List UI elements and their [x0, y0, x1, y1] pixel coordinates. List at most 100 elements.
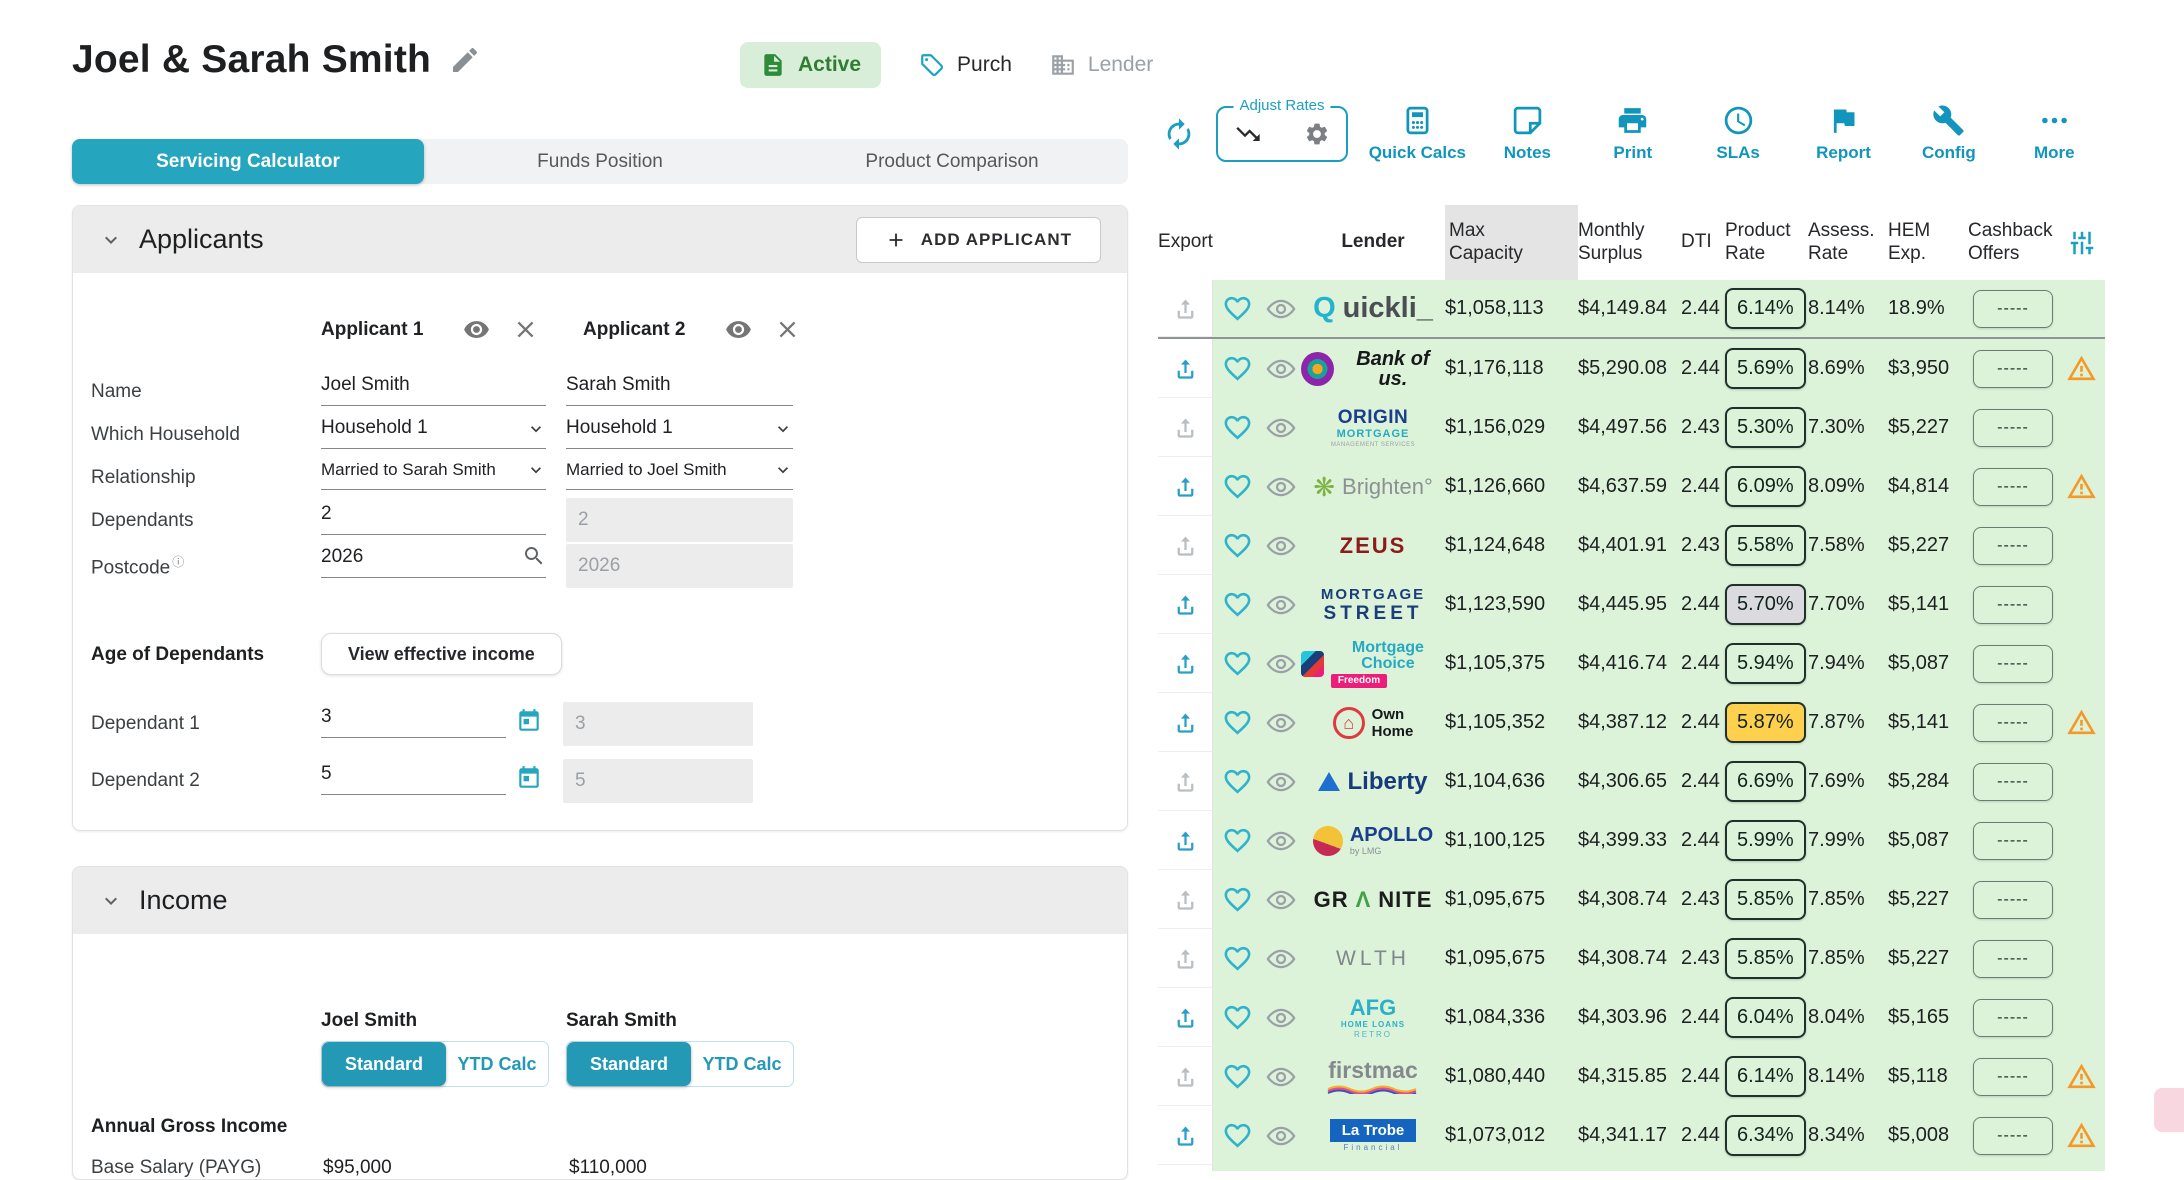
product-rate-value[interactable]: 6.09%	[1725, 466, 1806, 507]
cashback-offers-button[interactable]: -----	[1973, 822, 2053, 860]
lender-logo[interactable]: ORIGINMORTGAGEMANAGEMENT SERVICES	[1301, 408, 1445, 448]
cashback-offers-button[interactable]: -----	[1973, 881, 2053, 919]
trending-down-icon[interactable]	[1234, 120, 1262, 148]
favourite-button[interactable]	[1213, 1120, 1261, 1151]
column-header-assess-rate[interactable]: Assess. Rate	[1808, 220, 1888, 266]
lender-logo[interactable]: ❋Brighten°	[1301, 474, 1445, 500]
export-button[interactable]	[1158, 516, 1213, 575]
product-rate-value[interactable]: 5.85%	[1725, 938, 1806, 979]
column-header-export[interactable]: Export	[1158, 231, 1213, 254]
cashback-offers-button[interactable]: -----	[1973, 645, 2053, 683]
product-rate-cell[interactable]: 6.09%	[1725, 466, 1808, 507]
toggle-standard[interactable]: Standard	[322, 1042, 446, 1086]
view-button[interactable]	[1261, 354, 1301, 384]
product-rate-cell[interactable]: 6.04%	[1725, 997, 1808, 1038]
warning-icon[interactable]	[2066, 1120, 2097, 1151]
favourite-button[interactable]	[1213, 1061, 1261, 1092]
cashback-offers-button[interactable]: -----	[1973, 704, 2053, 742]
lender-logo[interactable]: ⌂OwnHome	[1301, 707, 1445, 739]
adjust-rates-box[interactable]: Adjust Rates	[1216, 106, 1348, 162]
dependants-input-applicant1[interactable]: 2	[321, 503, 546, 535]
dependant-2-age-input[interactable]: 5	[321, 763, 506, 795]
view-button[interactable]	[1261, 708, 1301, 738]
column-settings-icon[interactable]	[2058, 228, 2105, 258]
cashback-offers-button[interactable]: -----	[1973, 999, 2053, 1037]
chevron-down-icon[interactable]	[99, 228, 123, 252]
view-button[interactable]	[1261, 885, 1301, 915]
lender-logo[interactable]: MORTGAGESTREET	[1301, 587, 1445, 623]
toolbar-button-more[interactable]: More	[2010, 104, 2098, 163]
cashback-offers-button[interactable]: -----	[1973, 940, 2053, 978]
favourite-button[interactable]	[1213, 825, 1261, 856]
export-button[interactable]	[1158, 693, 1213, 752]
search-icon[interactable]	[522, 544, 546, 568]
view-button[interactable]	[1261, 590, 1301, 620]
product-rate-value[interactable]: 5.99%	[1725, 820, 1806, 861]
name-input-applicant2[interactable]: Sarah Smith	[566, 374, 793, 406]
export-button[interactable]	[1158, 634, 1213, 693]
lender-logo[interactable]: La TrobeFinancial	[1301, 1119, 1445, 1152]
cashback-offers-button[interactable]: -----	[1973, 409, 2053, 447]
product-rate-cell[interactable]: 6.34%	[1725, 1115, 1808, 1156]
warning-icon[interactable]	[2066, 471, 2097, 502]
warning-icon[interactable]	[2066, 707, 2097, 738]
favourite-button[interactable]	[1213, 471, 1261, 502]
view-button[interactable]	[1261, 531, 1301, 561]
favourite-button[interactable]	[1213, 530, 1261, 561]
column-header-max-capacity[interactable]: Max Capacity	[1445, 205, 1578, 280]
export-button[interactable]	[1158, 1047, 1213, 1106]
product-rate-value[interactable]: 6.14%	[1725, 288, 1806, 329]
lender-logo[interactable]: Liberty	[1301, 770, 1445, 794]
product-rate-cell[interactable]: 6.14%	[1725, 1056, 1808, 1097]
toggle-standard[interactable]: Standard	[567, 1042, 691, 1086]
product-rate-cell[interactable]: 5.70%	[1725, 584, 1808, 625]
close-icon[interactable]	[774, 316, 801, 343]
product-rate-value[interactable]: 5.30%	[1725, 407, 1806, 448]
favourite-button[interactable]	[1213, 707, 1261, 738]
product-rate-cell[interactable]: 5.69%	[1725, 348, 1808, 389]
household-select-applicant2[interactable]: Household 1	[566, 417, 793, 449]
lender-logo[interactable]: WLTH	[1301, 948, 1445, 969]
view-button[interactable]	[1261, 767, 1301, 797]
export-button[interactable]	[1158, 811, 1213, 870]
cashback-offers-button[interactable]: -----	[1973, 350, 2053, 388]
column-header-lender[interactable]: Lender	[1301, 231, 1445, 254]
warning-icon[interactable]	[2066, 1061, 2097, 1092]
product-rate-value[interactable]: 6.69%	[1725, 761, 1806, 802]
view-button[interactable]	[1261, 1121, 1301, 1151]
cashback-offers-button[interactable]: -----	[1973, 1117, 2053, 1155]
column-header-product-rate[interactable]: Product Rate	[1725, 220, 1808, 266]
eye-icon[interactable]	[725, 316, 752, 343]
view-button[interactable]	[1261, 944, 1301, 974]
product-rate-cell[interactable]: 6.69%	[1725, 761, 1808, 802]
export-button[interactable]	[1158, 870, 1213, 929]
export-button[interactable]	[1158, 752, 1213, 811]
favourite-button[interactable]	[1213, 884, 1261, 915]
cashback-offers-button[interactable]: -----	[1973, 527, 2053, 565]
product-rate-cell[interactable]: 5.30%	[1725, 407, 1808, 448]
view-button[interactable]	[1261, 649, 1301, 679]
column-header-cashback-offers[interactable]: Cashback Offers	[1968, 220, 2058, 266]
relationship-select-applicant2[interactable]: Married to Joel Smith	[566, 460, 793, 490]
cashback-offers-button[interactable]: -----	[1973, 290, 2053, 328]
household-select-applicant1[interactable]: Household 1	[321, 417, 546, 449]
cashback-offers-button[interactable]: -----	[1973, 1058, 2053, 1096]
toolbar-button-notes[interactable]: Notes	[1483, 104, 1571, 163]
favourite-button[interactable]	[1213, 648, 1261, 679]
lender-logo[interactable]: GRΛNITE	[1301, 889, 1445, 911]
export-button[interactable]	[1158, 575, 1213, 634]
applicants-section-header[interactable]: Applicants ADD APPLICANT	[73, 206, 1127, 273]
view-button[interactable]	[1261, 1062, 1301, 1092]
product-rate-cell[interactable]: 5.94%	[1725, 643, 1808, 684]
product-rate-cell[interactable]: 5.58%	[1725, 525, 1808, 566]
eye-icon[interactable]	[463, 316, 490, 343]
favourite-button[interactable]	[1213, 766, 1261, 797]
product-rate-value[interactable]: 6.14%	[1725, 1056, 1806, 1097]
calendar-icon[interactable]	[516, 765, 542, 791]
product-rate-value[interactable]: 6.34%	[1725, 1115, 1806, 1156]
view-button[interactable]	[1261, 294, 1301, 324]
export-button[interactable]	[1158, 398, 1213, 457]
lender-logo[interactable]: Bank of us.	[1301, 349, 1445, 389]
export-button[interactable]	[1158, 1106, 1213, 1165]
product-rate-value[interactable]: 6.04%	[1725, 997, 1806, 1038]
